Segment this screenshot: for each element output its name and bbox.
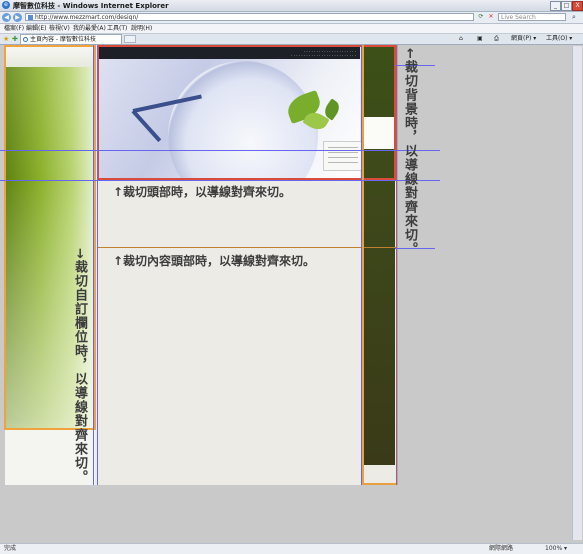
background-cut-caption: ←裁切背景時，以導線對齊來切。 bbox=[402, 48, 417, 256]
minimize-button[interactable]: _ bbox=[550, 1, 561, 11]
guide-line bbox=[0, 180, 440, 181]
title-bar: e 摩智數位科技 - Windows Internet Explorer _ □… bbox=[0, 0, 583, 12]
page-menu[interactable]: 網頁(P) ▾ bbox=[511, 34, 536, 44]
tab-bar: ★ ✚ 主頁內容 - 摩智數位科技 ⌂ ▣ ⎙ 網頁(P) ▾ 工具(O) ▾ bbox=[0, 34, 583, 45]
window-title: 摩智數位科技 - Windows Internet Explorer bbox=[13, 2, 169, 10]
menu-edit[interactable]: 編輯(E) bbox=[26, 24, 46, 33]
tab-label: 主頁內容 - 摩智數位科技 bbox=[30, 36, 96, 43]
guide-line bbox=[396, 45, 397, 485]
status-bar: 完成 網際網路 100% ▾ bbox=[0, 543, 583, 554]
page-canvas: · · · · · · · · · · · · · · · · · · · · … bbox=[0, 45, 583, 543]
guide-line bbox=[93, 45, 94, 485]
maximize-button[interactable]: □ bbox=[561, 1, 572, 11]
tab-active[interactable]: 主頁內容 - 摩智數位科技 bbox=[20, 34, 122, 44]
vertical-scrollbar[interactable] bbox=[572, 46, 582, 540]
guide-line bbox=[361, 45, 362, 485]
new-tab-button[interactable] bbox=[124, 35, 136, 43]
add-favorites-icon[interactable]: ✚ bbox=[12, 34, 18, 44]
address-bar[interactable]: http://www.mezzmart.com/design/ bbox=[25, 13, 474, 21]
menu-file[interactable]: 檔案(F) bbox=[4, 24, 24, 33]
content-cut-caption: ↑裁切內容頭部時，以導線對齊來切。 bbox=[113, 254, 316, 268]
menu-view[interactable]: 檢視(V) bbox=[49, 24, 70, 33]
guide-line bbox=[97, 45, 98, 485]
header-cut-caption: ↑裁切頭部時，以導線對齊來切。 bbox=[113, 185, 292, 199]
tab-page-icon bbox=[23, 37, 28, 42]
search-icon[interactable]: ⌕ bbox=[569, 13, 579, 22]
favorites-star-icon[interactable]: ★ bbox=[3, 34, 9, 44]
menu-bar: 檔案(F) 編輯(E) 檢視(V) 我的最愛(A) 工具(T) 說明(H) bbox=[0, 24, 583, 34]
back-button[interactable]: ◀ bbox=[2, 13, 11, 22]
home-icon[interactable]: ⌂ bbox=[459, 34, 463, 44]
menu-help[interactable]: 說明(H) bbox=[131, 24, 152, 33]
guide-line bbox=[0, 150, 440, 151]
address-url: http://www.mezzmart.com/design/ bbox=[35, 14, 139, 21]
feeds-icon[interactable]: ▣ bbox=[477, 34, 483, 44]
tools-menu[interactable]: 工具(O) ▾ bbox=[546, 34, 572, 44]
menu-tools[interactable]: 工具(T) bbox=[107, 24, 127, 33]
column-cut-caption: →裁切自訂欄位時，以導線對齊來切。 bbox=[72, 248, 87, 484]
close-button[interactable]: X bbox=[572, 1, 583, 11]
menu-favorites[interactable]: 我的最愛(A) bbox=[73, 24, 106, 33]
address-toolbar: ◀ ▶ http://www.mezzmart.com/design/ ⟳ ✕ … bbox=[0, 12, 583, 24]
stop-icon[interactable]: ✕ bbox=[487, 13, 495, 21]
background-slice-frame bbox=[362, 45, 398, 485]
search-input[interactable]: Live Search bbox=[498, 13, 566, 21]
header-slice-frame bbox=[97, 45, 396, 180]
ie-app-icon: e bbox=[2, 1, 10, 9]
print-icon[interactable]: ⎙ bbox=[494, 34, 499, 44]
forward-button[interactable]: ▶ bbox=[13, 13, 22, 22]
refresh-icon[interactable]: ⟳ bbox=[477, 13, 485, 21]
page-icon bbox=[28, 15, 33, 20]
